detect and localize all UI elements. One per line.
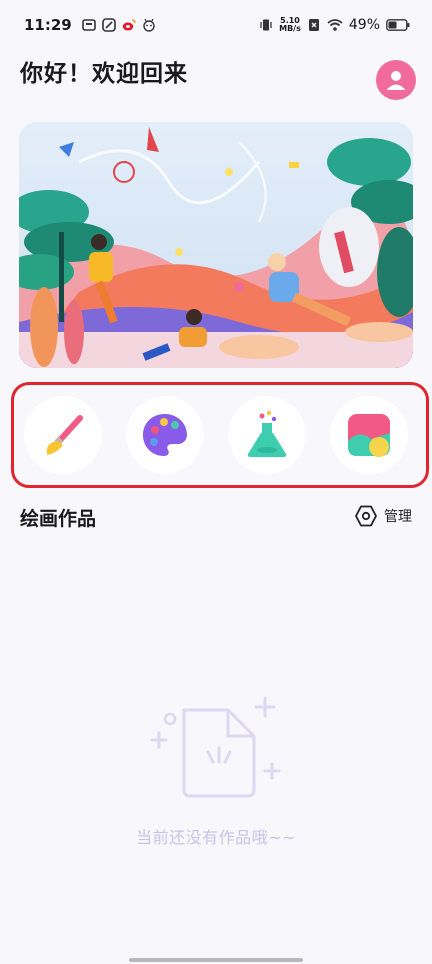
works-section-title: 绘画作品 bbox=[20, 508, 97, 530]
empty-file-illustration bbox=[150, 696, 281, 798]
user-icon bbox=[386, 71, 406, 90]
wifi-icon bbox=[327, 19, 343, 31]
tool-flask-button[interactable] bbox=[228, 396, 306, 474]
hexagon-settings-icon bbox=[355, 505, 377, 527]
manage-label: 管理 bbox=[384, 509, 412, 525]
hero-banner[interactable] bbox=[19, 122, 413, 368]
mascot-icon bbox=[143, 18, 155, 32]
greeting-title: 你好！欢迎回来 bbox=[20, 61, 188, 87]
status-time: 11:29 bbox=[24, 16, 72, 34]
weibo-icon bbox=[122, 19, 136, 31]
banner-illustration bbox=[19, 122, 413, 368]
app-icon bbox=[101, 18, 116, 32]
palette-icon bbox=[143, 414, 187, 456]
network-speed: 5.10 MB/s bbox=[279, 17, 301, 33]
home-indicator[interactable] bbox=[129, 958, 303, 962]
no-sim-icon bbox=[308, 19, 319, 31]
battery-icon bbox=[386, 19, 410, 31]
empty-state-text: 当前还没有作品哦~~ bbox=[136, 828, 296, 847]
vibrate-icon bbox=[260, 19, 272, 31]
flask-icon bbox=[247, 410, 287, 457]
message-icon bbox=[81, 19, 96, 31]
network-speed-unit: MB/s bbox=[279, 24, 301, 33]
battery-percent: 49% bbox=[348, 17, 380, 33]
status-bar: 11:29 5.10 MB/s 49% bbox=[0, 0, 432, 50]
tool-gallery-button[interactable] bbox=[330, 396, 408, 474]
tool-palette-button[interactable] bbox=[126, 396, 204, 474]
gallery-icon bbox=[348, 414, 390, 457]
manage-button[interactable]: 管理 bbox=[354, 504, 412, 528]
avatar-button[interactable] bbox=[376, 60, 416, 100]
paintbrush-icon bbox=[46, 415, 83, 455]
tool-paintbrush-button[interactable] bbox=[24, 396, 102, 474]
